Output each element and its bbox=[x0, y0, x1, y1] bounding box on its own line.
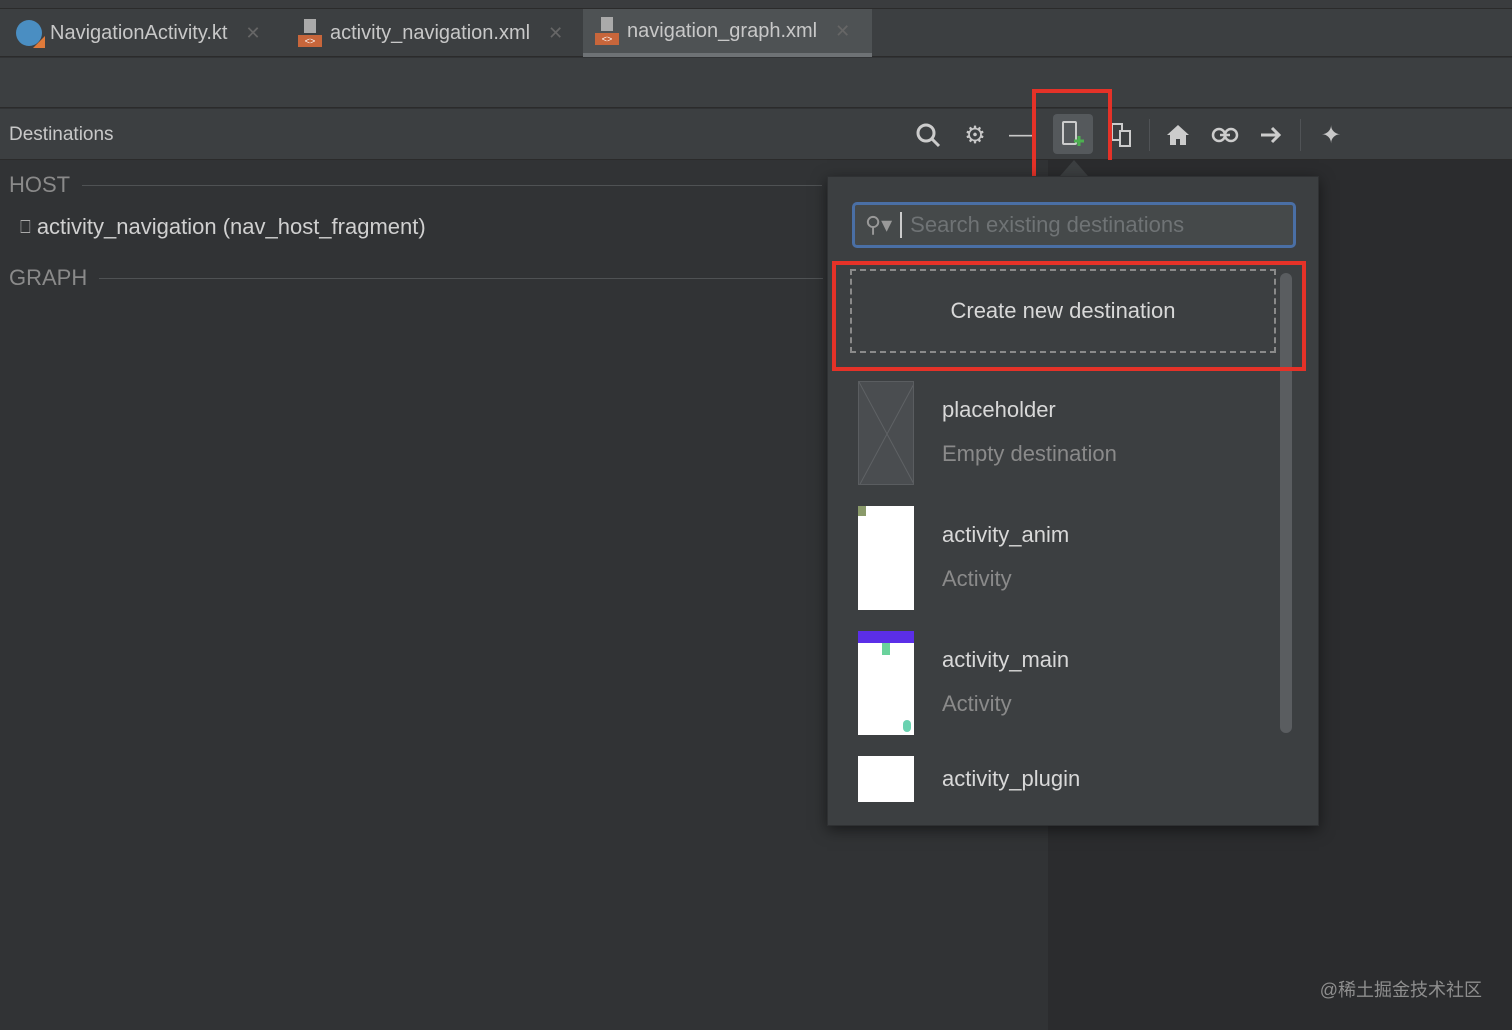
graph-section-header: GRAPH bbox=[9, 265, 824, 291]
search-icon: ⚲▾ bbox=[865, 212, 893, 237]
host-label: HOST bbox=[9, 172, 71, 197]
close-icon[interactable]: ✕ bbox=[245, 23, 260, 44]
item-type: Activity bbox=[942, 566, 1012, 591]
tab-label: activity_navigation.xml bbox=[330, 21, 531, 44]
placeholder-thumbnail bbox=[858, 381, 914, 485]
layout-thumbnail bbox=[858, 631, 914, 735]
destination-search-input[interactable]: ⚲▾ Search existing destinations bbox=[852, 202, 1296, 248]
item-name: activity_main bbox=[942, 647, 1070, 672]
close-icon[interactable]: ✕ bbox=[835, 21, 850, 42]
host-item-label: activity_navigation (nav_host_fragment) bbox=[36, 214, 426, 239]
tab-navigation-activity[interactable]: NavigationActivity.kt ✕ bbox=[4, 9, 273, 57]
editor-header bbox=[0, 58, 1512, 108]
text-caret bbox=[900, 212, 903, 238]
destination-item-activity-anim[interactable]: activity_anim Activity bbox=[858, 506, 1069, 610]
layout-file-icon: ⎕ bbox=[20, 216, 31, 237]
tab-activity-navigation[interactable]: activity_navigation.xml ✕ bbox=[286, 9, 575, 57]
item-type: Activity bbox=[942, 691, 1012, 716]
item-name: placeholder bbox=[942, 397, 1056, 422]
xml-file-icon bbox=[298, 19, 322, 47]
kotlin-file-icon bbox=[16, 20, 45, 48]
destinations-title: Destinations bbox=[9, 124, 114, 145]
host-item[interactable]: ⎕ activity_navigation (nav_host_fragment… bbox=[20, 214, 426, 240]
graph-label: GRAPH bbox=[9, 265, 88, 290]
layout-thumbnail bbox=[858, 506, 914, 610]
item-name: activity_plugin bbox=[942, 766, 1081, 791]
link-icon[interactable] bbox=[1207, 117, 1243, 153]
destination-item-activity-plugin[interactable]: activity_plugin bbox=[858, 756, 1080, 804]
editor-tab-bar: NavigationActivity.kt ✕ activity_navigat… bbox=[0, 9, 1512, 57]
highlight-create-destination bbox=[832, 261, 1306, 371]
window-top-strip bbox=[0, 0, 1512, 9]
popup-pointer bbox=[1060, 160, 1088, 176]
item-name: activity_anim bbox=[942, 522, 1070, 547]
destination-item-activity-main[interactable]: activity_main Activity bbox=[858, 631, 1069, 735]
search-icon[interactable] bbox=[910, 117, 946, 153]
tab-navigation-graph[interactable]: navigation_graph.xml ✕ bbox=[583, 9, 872, 57]
item-type: Empty destination bbox=[942, 441, 1117, 466]
arrow-right-icon[interactable] bbox=[1253, 117, 1289, 153]
search-placeholder: Search existing destinations bbox=[910, 212, 1185, 237]
destination-item-placeholder[interactable]: placeholder Empty destination bbox=[858, 381, 1117, 485]
watermark: @稀土掘金技术社区 bbox=[1319, 980, 1482, 1000]
home-icon[interactable] bbox=[1160, 117, 1196, 153]
layout-thumbnail bbox=[858, 756, 914, 802]
gear-icon[interactable]: ⚙ bbox=[957, 117, 993, 153]
destinations-toolbar: Destinations ⚙ — ✦ bbox=[0, 109, 1512, 160]
auto-arrange-icon[interactable]: ✦ bbox=[1313, 117, 1349, 153]
toolbar-divider bbox=[1149, 119, 1150, 151]
host-section-header: HOST bbox=[9, 172, 823, 198]
tab-label: navigation_graph.xml bbox=[627, 19, 818, 42]
toolbar-divider bbox=[1300, 119, 1301, 151]
xml-file-icon bbox=[595, 17, 619, 45]
tab-label: NavigationActivity.kt bbox=[50, 21, 228, 44]
close-icon[interactable]: ✕ bbox=[548, 23, 563, 44]
